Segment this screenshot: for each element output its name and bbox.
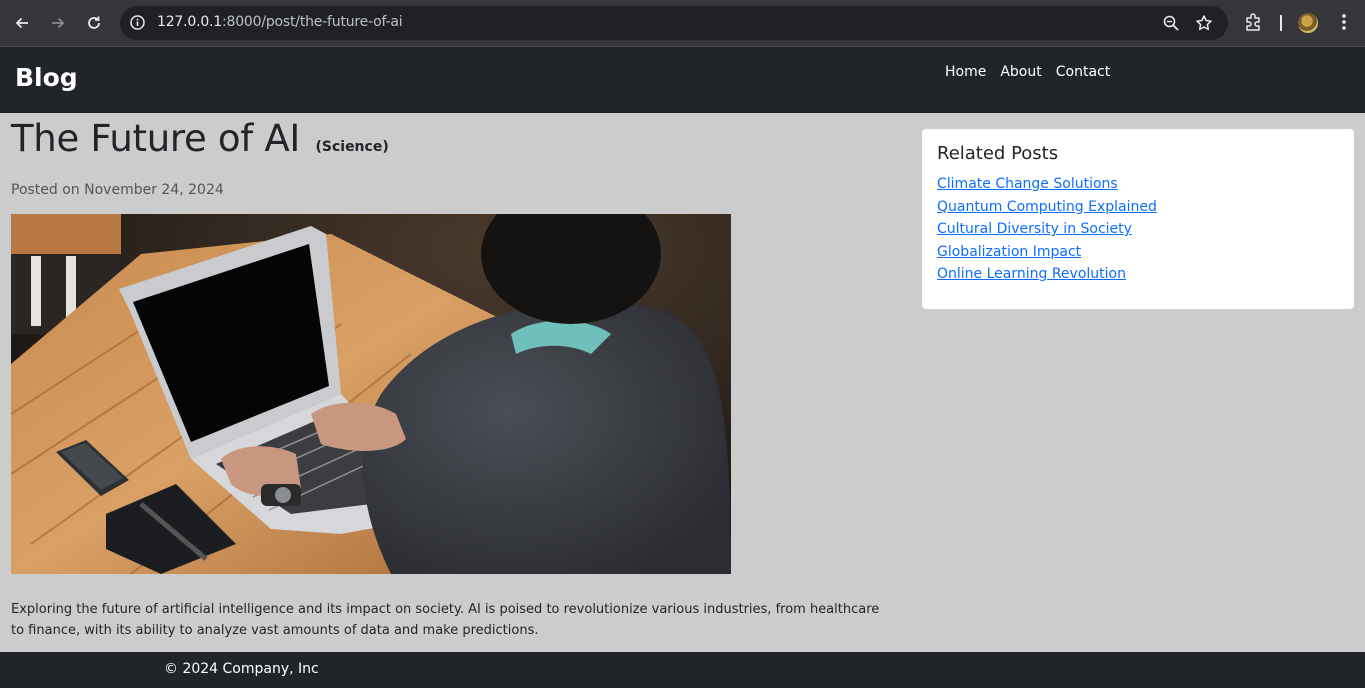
url-text: 127.0.0.1:8000/post/the-future-of-ai [157,14,403,30]
info-icon[interactable] [129,14,146,36]
toolbar-divider [1280,15,1282,31]
site-navbar: Blog Home About Contact [0,47,1365,113]
forward-icon[interactable] [45,10,71,36]
list-item: Climate Change Solutions [937,173,1339,196]
post-date: Posted on November 24, 2024 [11,182,224,198]
related-posts-heading: Related Posts [937,143,1059,164]
url-host: 127.0.0.1 [157,14,222,30]
back-icon[interactable] [9,10,35,36]
related-post-link[interactable]: Climate Change Solutions [937,176,1118,192]
nav-home-link[interactable]: Home [938,64,993,80]
site-footer: © 2024 Company, Inc [0,652,1365,688]
list-item: Online Learning Revolution [937,263,1339,286]
related-post-link[interactable]: Online Learning Revolution [937,266,1126,282]
related-posts-list: Climate Change Solutions Quantum Computi… [937,173,1339,286]
brand-logo[interactable]: Blog [15,63,78,92]
related-post-link[interactable]: Quantum Computing Explained [937,199,1157,215]
related-post-link[interactable]: Cultural Diversity in Society [937,221,1132,237]
nav-links: Home About Contact [938,64,1117,80]
post-body: Exploring the future of artificial intel… [11,602,880,638]
nav-about-link[interactable]: About [993,64,1048,80]
list-item: Cultural Diversity in Society [937,218,1339,241]
url-path: :8000/post/the-future-of-ai [222,14,403,30]
extensions-icon[interactable] [1244,12,1264,37]
browser-toolbar: 127.0.0.1:8000/post/the-future-of-ai [0,0,1365,47]
post-title-text: The Future of AI [11,117,301,160]
nav-contact-link[interactable]: Contact [1049,64,1117,80]
footer-copyright: © 2024 Company, Inc [164,661,319,677]
related-posts-card: Related Posts Climate Change Solutions Q… [922,129,1354,309]
menu-icon[interactable] [1336,12,1352,37]
post-content: The Future of AI (Science) Posted on Nov… [11,113,891,641]
post-hero-image [11,214,731,574]
reload-icon[interactable] [81,10,107,36]
zoom-icon[interactable] [1162,14,1180,37]
related-post-link[interactable]: Globalization Impact [937,244,1081,260]
post-title: The Future of AI (Science) [11,117,891,160]
list-item: Globalization Impact [937,241,1339,264]
address-bar[interactable]: 127.0.0.1:8000/post/the-future-of-ai [120,6,1228,40]
profile-avatar[interactable] [1298,13,1318,33]
post-category: (Science) [315,139,389,155]
list-item: Quantum Computing Explained [937,196,1339,219]
star-icon[interactable] [1195,14,1213,37]
